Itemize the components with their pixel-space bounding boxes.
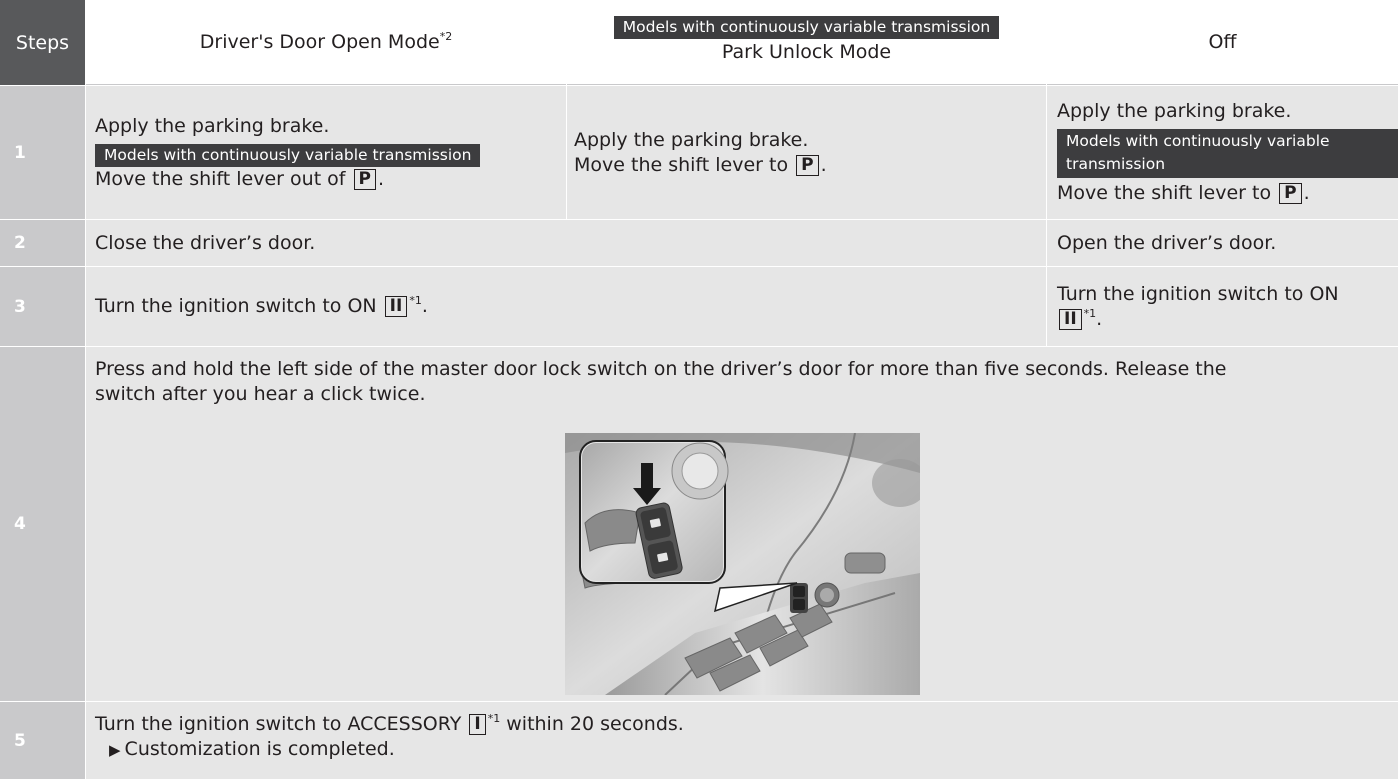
row1-col3-line2: Move the shift lever to P.: [1057, 182, 1310, 204]
row5-content: Turn the ignition switch to ACCESSORY I *…: [86, 702, 1398, 779]
row1-col2-line2: Move the shift lever to P.: [574, 153, 827, 176]
row3-main: Turn the ignition switch to ON II *1.: [86, 267, 1046, 346]
row2-col3: Open the driver’s door.: [1047, 220, 1398, 266]
row3-col3: Turn the ignition switch to ON II *1.: [1047, 267, 1398, 346]
header-col2-title: Park Unlock Mode: [721, 40, 892, 63]
row1-col1: Apply the parking brake. Models with con…: [86, 86, 566, 219]
model-tag: Models with continuously variable transm…: [1057, 129, 1398, 178]
row5-result: ▶ Customization is completed.: [109, 738, 395, 760]
model-tag: Models with continuously variable transm…: [95, 143, 481, 167]
row3-col3-text: Turn the ignition switch to ON II *1.: [1057, 282, 1339, 330]
step-number-5: 5: [0, 702, 85, 779]
header-col1: Driver's Door Open Mode*2: [86, 0, 566, 85]
row4-text: Press and hold the left side of the mast…: [95, 358, 1227, 405]
ignition-on-key: II: [384, 296, 408, 317]
shift-p-key: P: [796, 154, 819, 176]
footnote-mark: *2: [439, 30, 453, 43]
row5-line1: Turn the ignition switch to ACCESSORY I *…: [95, 712, 684, 735]
door-switch-illustration: [565, 433, 920, 695]
header-col3-title: Off: [1208, 31, 1237, 53]
door-panel-image: [565, 433, 920, 695]
result-arrow-icon: ▶: [109, 741, 121, 759]
row1-col2-line1: Apply the parking brake.: [574, 128, 809, 151]
header-steps: Steps: [0, 0, 85, 85]
shift-p-key: P: [1279, 183, 1302, 204]
ignition-accessory-key: I: [469, 714, 486, 735]
row2-main: Close the driver’s door.: [86, 220, 1046, 266]
row1-col3: Apply the parking brake. Models with con…: [1047, 86, 1398, 219]
step-number-4: 4: [0, 347, 85, 701]
header-col3: Off: [1047, 0, 1398, 85]
row1-col1-line1: Apply the parking brake.: [95, 114, 330, 137]
step-number-1: 1: [0, 86, 85, 219]
model-tag: Models with continuously variable transm…: [613, 15, 1000, 39]
shift-p-key: P: [353, 168, 377, 190]
ignition-on-key: II: [1059, 308, 1082, 330]
row1-col2: Apply the parking brake. Move the shift …: [567, 86, 1046, 219]
row2-main-text: Close the driver’s door.: [95, 231, 316, 254]
row1-col1-line2: Move the shift lever out of P.: [95, 167, 385, 190]
step-number-3: 3: [0, 267, 85, 346]
header-steps-label: Steps: [15, 31, 70, 54]
step-number-2: 2: [0, 220, 85, 266]
row3-main-text: Turn the ignition switch to ON II *1.: [95, 294, 428, 317]
row2-col3-text: Open the driver’s door.: [1057, 231, 1277, 254]
header-col2: Models with continuously variable transm…: [567, 0, 1046, 85]
header-col1-title: Driver's Door Open Mode*2: [199, 30, 453, 53]
row1-col3-line1: Apply the parking brake.: [1057, 100, 1292, 122]
